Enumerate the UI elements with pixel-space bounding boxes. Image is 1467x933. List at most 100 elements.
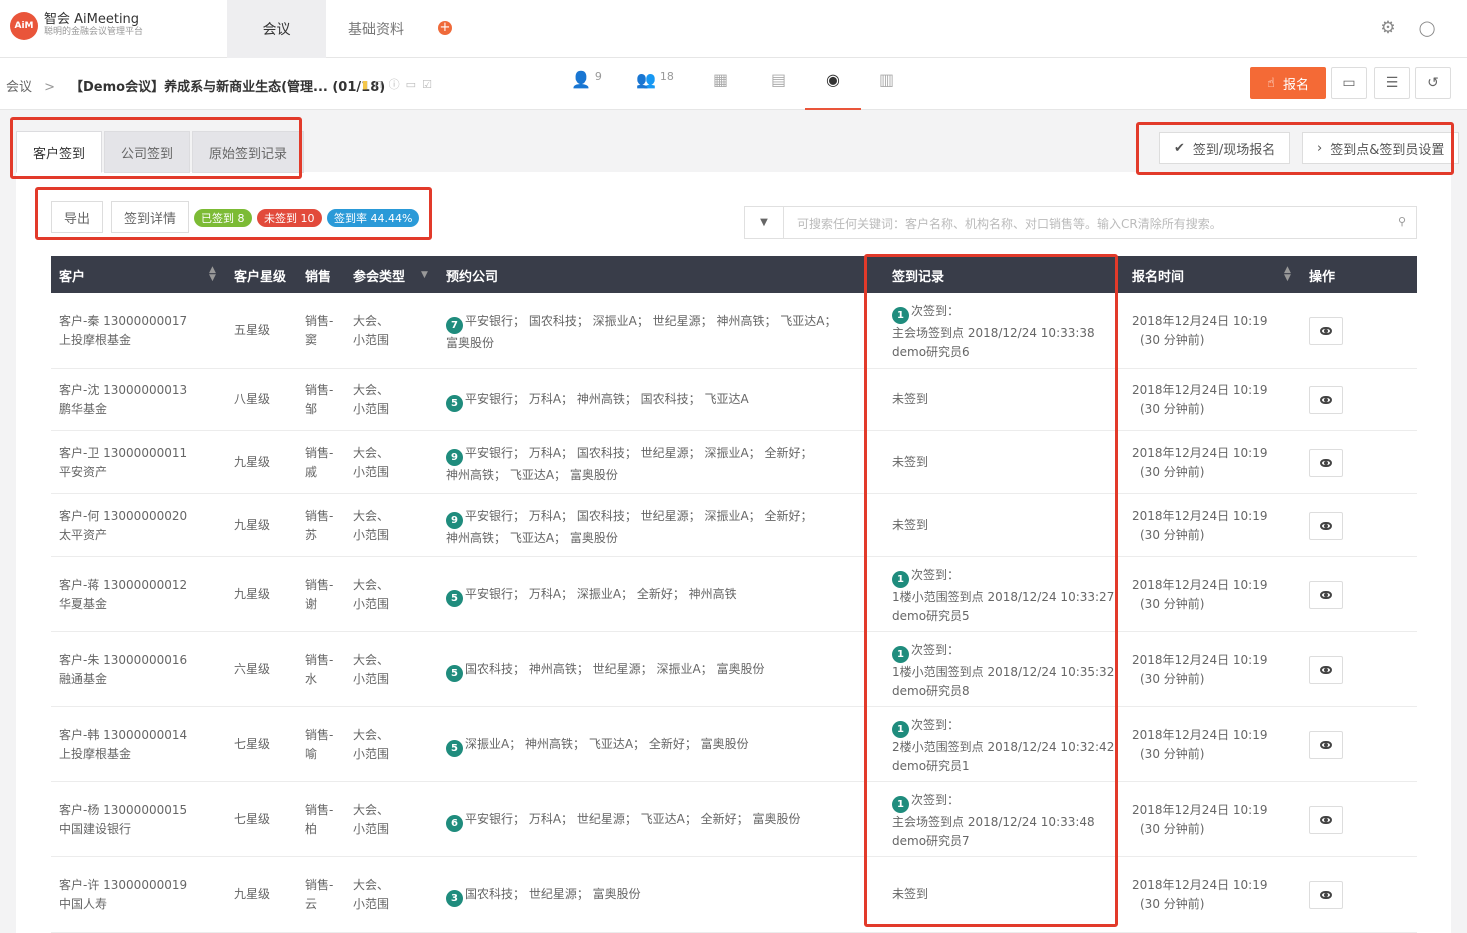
- meta-tab-persons[interactable]: 👤 9: [571, 70, 602, 110]
- meta-tab-statistics[interactable]: ▥: [879, 70, 894, 110]
- view-button[interactable]: [1309, 317, 1343, 345]
- brand-logo[interactable]: AiM 智会 AiMeeting 聪明的金融会议管理平台: [10, 12, 143, 40]
- plus-circle-icon[interactable]: +: [438, 21, 452, 35]
- table-row: 客户-卫 13000000011 平安资产 九星级 销售- 戚 大会、 小范围 9 平安银行； …: [51, 431, 1417, 494]
- reg-time-cell: 2018年12月24日 10:19 (30 分钟前): [1132, 381, 1267, 419]
- type-cell: 大会、 小范围: [353, 651, 389, 689]
- checkin-record: 1 次签到： 2楼小范围签到点 2018/12/24 10:32:42 demo研究员…: [892, 716, 1114, 776]
- sales-cell-line1: 销售-: [305, 577, 334, 592]
- customer-cell: 客户-蒋 13000000012 华夏基金: [59, 576, 187, 614]
- view-button[interactable]: [1309, 730, 1343, 759]
- meta-tab-schedule[interactable]: ▦: [713, 70, 728, 110]
- checkin-settings-button[interactable]: › 签到点&签到员设置: [1302, 132, 1460, 164]
- user-avatar-icon[interactable]: ◯: [1417, 18, 1437, 38]
- type-cell: 大会、 小范围: [353, 801, 389, 839]
- col-customer[interactable]: 客户: [59, 266, 85, 285]
- checkin-place: 主会场签到点 2018/12/24 10:33:38: [892, 326, 1095, 340]
- nav-tab-meeting[interactable]: 会议: [227, 0, 326, 58]
- sales-cell-line2: 柏: [305, 821, 318, 836]
- customer-cell-line1: 客户-秦 13000000017: [59, 314, 188, 328]
- sort-icon[interactable]: ▲ ▼: [1284, 266, 1291, 283]
- signup-button[interactable]: ☝ 报名: [1250, 67, 1326, 99]
- export-button[interactable]: 导出: [51, 201, 104, 233]
- breadcrumb-root[interactable]: 会议: [6, 80, 32, 95]
- logo-mark: AiM: [10, 12, 38, 40]
- companies-line1: 平安银行； 万科A； 世纪星源； 飞亚达A； 全新好； 富奥股份: [465, 811, 801, 826]
- view-button[interactable]: [1309, 448, 1343, 477]
- col-companies[interactable]: 预约公司: [446, 266, 498, 285]
- sales-cell-line1: 销售-: [305, 383, 334, 397]
- filter-caret-icon[interactable]: ▼: [421, 271, 428, 280]
- reg-ago: (30 分钟前): [1140, 527, 1205, 542]
- col-checkin[interactable]: 签到记录: [892, 266, 944, 285]
- checkin-place: 1楼小范围签到点 2018/12/24 10:35:32: [892, 664, 1115, 679]
- search-filter-dropdown[interactable]: ▼: [745, 207, 784, 238]
- eye-icon: [1320, 458, 1332, 467]
- history-icon: ↺: [1427, 75, 1439, 91]
- meta-tab-groups[interactable]: 👥 18: [636, 70, 674, 110]
- col-type[interactable]: 参会类型: [353, 266, 405, 285]
- reg-time: 2018年12月24日 10:19: [1132, 314, 1268, 328]
- company-count-badge: 6: [446, 814, 463, 832]
- sales-cell-line1: 销售-: [305, 314, 334, 328]
- sales-cell-line2: 窦: [305, 333, 318, 347]
- eye-icon: [1320, 396, 1332, 404]
- gear-icon[interactable]: ⚙: [1378, 18, 1398, 38]
- meta-tab-document[interactable]: ▤: [771, 70, 786, 110]
- checkin-settings-label: 签到点&签到员设置: [1330, 142, 1445, 158]
- checkin-label: 次签到：: [911, 304, 960, 318]
- nav-tab-basic-data[interactable]: 基础资料: [326, 0, 426, 58]
- companies-cell: 5 深振业A； 神州高铁； 飞亚达A； 全新好； 富奥股份: [446, 735, 866, 757]
- checkin-by: demo研究员1: [892, 758, 970, 773]
- star-cell: 七星级: [234, 736, 271, 751]
- checkin-signup-button[interactable]: ✔ 签到/现场报名: [1159, 132, 1291, 164]
- view-button[interactable]: [1309, 655, 1343, 684]
- view-button[interactable]: [1309, 580, 1343, 609]
- type-cell-line2: 小范围: [353, 671, 390, 686]
- checkin-count-badge: 1: [892, 795, 909, 813]
- table-row: 客户-沈 13000000013 鹏华基金 八星级 销售- 邹 大会、 小范围 5 平安银行； …: [51, 369, 1417, 431]
- company-count-badge: 5: [446, 739, 463, 757]
- customer-cell: 客户-卫 13000000011 平安资产: [59, 444, 187, 482]
- sales-cell: 销售- 云: [305, 876, 333, 914]
- subtab-customer-checkin[interactable]: 客户签到: [16, 131, 103, 173]
- bookmark-icon: ▮: [362, 78, 375, 91]
- filter-settings-button[interactable]: ☰: [1374, 67, 1410, 99]
- companies-cell: 9 平安银行； 万科A； 国农科技； 世纪星源； 深振业A； 全新好； 神州高铁； …: [446, 444, 866, 485]
- sales-cell: 销售- 苏: [305, 507, 333, 545]
- breadcrumb-separator: >: [44, 80, 56, 95]
- eye-icon: [1320, 665, 1332, 674]
- sort-icon[interactable]: ▲ ▼: [209, 266, 216, 283]
- companies-line2: 神州高铁； 飞亚达A； 富奥股份: [446, 467, 618, 482]
- customer-cell-line2: 上投摩根基金: [59, 333, 132, 347]
- customer-cell-line1: 客户-蒋 13000000012: [59, 577, 188, 592]
- subtab-raw-records[interactable]: 原始签到记录: [192, 131, 305, 173]
- reg-time: 2018年12月24日 10:19: [1132, 577, 1268, 592]
- view-button[interactable]: [1309, 805, 1343, 834]
- sales-cell-line2: 喻: [305, 746, 318, 761]
- type-cell: 大会、 小范围: [353, 876, 389, 914]
- type-cell: 大会、 小范围: [353, 507, 389, 545]
- document-icon: ▤: [771, 70, 787, 89]
- search-icon[interactable]: ⚲: [1398, 215, 1406, 228]
- customer-cell-line2: 中国人寿: [59, 897, 108, 911]
- search-input[interactable]: 可搜索任何关键词：客户名称、机构名称、对口销售等。输入CR清除所有搜索。: [797, 215, 1222, 232]
- view-button[interactable]: [1309, 881, 1343, 909]
- col-star[interactable]: 客户星级: [234, 266, 286, 285]
- meta-tab-checkin[interactable]: ◉: [805, 70, 861, 110]
- col-reg-time[interactable]: 报名时间: [1132, 266, 1184, 285]
- col-sales[interactable]: 销售: [305, 266, 331, 285]
- customer-cell: 客户-沈 13000000013 鹏华基金: [59, 381, 187, 419]
- checkin-count-badge: 1: [892, 645, 909, 663]
- person-icon: 👤: [571, 70, 591, 89]
- view-button[interactable]: [1309, 386, 1343, 414]
- checkin-details-button[interactable]: 签到详情: [111, 201, 190, 233]
- type-cell-line1: 大会、: [353, 727, 390, 742]
- screen-button[interactable]: ▭: [1331, 67, 1367, 99]
- subtab-company-checkin[interactable]: 公司签到: [104, 131, 191, 173]
- view-button[interactable]: [1309, 511, 1343, 540]
- history-button[interactable]: ↺: [1415, 67, 1451, 99]
- type-cell: 大会、 小范围: [353, 381, 389, 419]
- company-count-badge: 9: [446, 448, 463, 466]
- table-row: 客户-韩 13000000014 上投摩根基金 七星级 销售- 喻 大会、 小范围 5 深振业A…: [51, 707, 1417, 782]
